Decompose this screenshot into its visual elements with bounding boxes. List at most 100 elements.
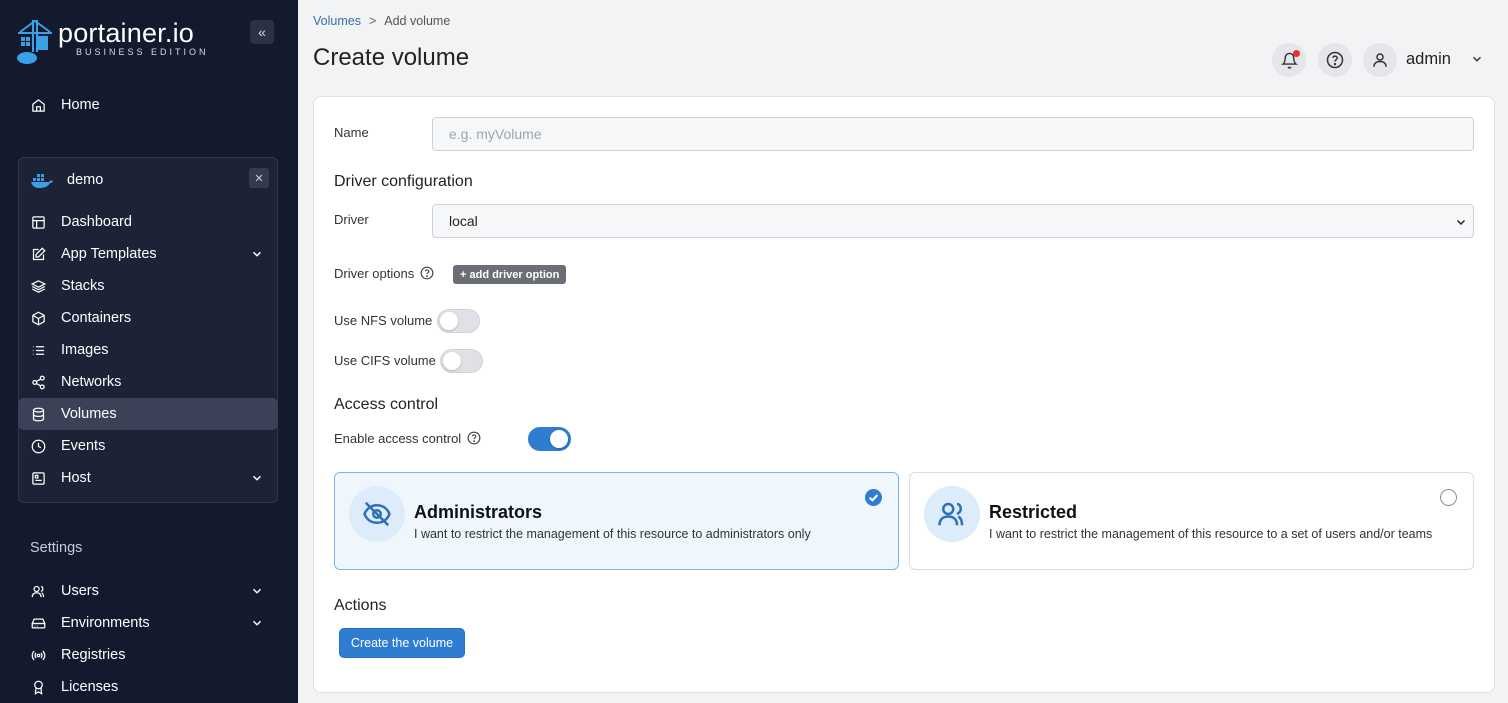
page-title: Create volume [313, 44, 470, 71]
sidebar-item-label: Images [61, 342, 109, 358]
help-button[interactable] [1318, 43, 1352, 77]
user-menu-name[interactable]: admin [1406, 50, 1451, 69]
chevron-down-icon [250, 247, 264, 261]
sidebar-item-label: Dashboard [61, 214, 132, 230]
sidebar-item-networks[interactable]: Networks [18, 366, 278, 398]
sidebar-item-app-templates[interactable]: App Templates [18, 238, 278, 270]
driver-select-value: local [449, 213, 478, 229]
environment-header: demo [31, 168, 103, 192]
toggle-knob [550, 430, 568, 448]
layers-icon [30, 278, 46, 294]
double-chevron-left-icon: « [258, 24, 266, 40]
access-option-title: Restricted [989, 502, 1078, 522]
nfs-label: Use NFS volume [334, 313, 433, 328]
users-icon [30, 583, 46, 599]
cifs-toggle[interactable] [440, 349, 483, 373]
radio-icon [30, 647, 46, 663]
sidebar-item-label: Events [61, 438, 106, 454]
sidebar-item-registries[interactable]: Registries [18, 639, 278, 671]
portainer-logo-icon [16, 18, 54, 66]
database-icon [30, 406, 46, 422]
sidebar-item-environments[interactable]: Environments [18, 607, 278, 639]
sidebar-item-label: Registries [61, 647, 126, 663]
brand-name: portainer.io [58, 18, 194, 48]
eye-off-icon [349, 486, 405, 542]
access-option-restricted[interactable]: Restricted I want to restrict the manage… [909, 472, 1474, 570]
nfs-toggle[interactable] [437, 309, 480, 333]
sidebar-item-dashboard[interactable]: Dashboard [18, 206, 278, 238]
sidebar: portainer.io BUSINESS EDITION « Home dem… [0, 0, 298, 703]
box-icon [30, 310, 46, 326]
add-driver-option-button[interactable]: + add driver option [453, 265, 567, 284]
user-avatar[interactable] [1363, 43, 1397, 77]
check-circle-icon[interactable] [865, 489, 882, 506]
chevron-down-icon [250, 471, 264, 485]
sidebar-item-label: Environments [61, 615, 150, 631]
access-option-title: Administrators [414, 502, 543, 522]
help-circle-icon[interactable] [420, 266, 434, 280]
access-control-heading: Access control [334, 396, 439, 413]
breadcrumb-separator: > [368, 14, 377, 28]
user-icon [1371, 51, 1389, 69]
access-option-description: I want to restrict the management of thi… [989, 527, 1433, 541]
enable-access-text: Enable access control [334, 431, 462, 446]
chevron-down-icon [1455, 215, 1467, 227]
sidebar-item-label: Volumes [61, 406, 117, 422]
users-icon [924, 486, 980, 542]
sidebar-item-host[interactable]: Host [18, 462, 278, 494]
sidebar-item-home[interactable]: Home [18, 89, 278, 121]
name-label: Name [334, 125, 369, 140]
chevron-down-icon [250, 616, 264, 630]
brand-edition: BUSINESS EDITION [76, 47, 209, 57]
help-circle-icon [1326, 51, 1344, 69]
clock-icon [30, 438, 46, 454]
driver-select[interactable]: local [432, 204, 1474, 238]
name-input[interactable]: e.g. myVolume [432, 117, 1474, 151]
toggle-knob [443, 352, 461, 370]
help-circle-icon[interactable] [467, 431, 481, 445]
hard-drive-icon [30, 615, 46, 631]
environment-name: demo [67, 172, 104, 188]
award-icon [30, 679, 46, 695]
driver-label: Driver [334, 212, 369, 227]
toggle-knob [440, 312, 458, 330]
breadcrumb: Volumes > Add volume [313, 14, 450, 28]
sidebar-item-images[interactable]: Images [18, 334, 278, 366]
driver-config-heading: Driver configuration [334, 173, 473, 190]
settings-section-label: Settings [30, 540, 83, 556]
sidebar-item-volumes[interactable]: Volumes [18, 398, 278, 430]
notification-dot [1292, 49, 1300, 57]
list-icon [30, 342, 46, 358]
sidebar-item-containers[interactable]: Containers [18, 302, 278, 334]
chevron-down-icon[interactable] [1470, 52, 1484, 66]
sidebar-item-events[interactable]: Events [18, 430, 278, 462]
sidebar-item-label: Host [61, 470, 91, 486]
access-option-description: I want to restrict the management of thi… [414, 527, 811, 541]
close-environment-button[interactable]: ✕ [249, 168, 269, 188]
sidebar-item-label: Licenses [61, 679, 119, 695]
driver-options-text: Driver options [334, 266, 415, 281]
sidebar-item-label: Users [61, 583, 99, 599]
sidebar-item-licenses[interactable]: Licenses [18, 671, 278, 703]
brand-logo[interactable]: portainer.io BUSINESS EDITION [16, 18, 209, 66]
edit-icon [30, 246, 46, 262]
breadcrumb-volumes-link[interactable]: Volumes [313, 14, 361, 28]
sidebar-item-users[interactable]: Users [18, 575, 278, 607]
sidebar-item-stacks[interactable]: Stacks [18, 270, 278, 302]
sidebar-item-label: Networks [61, 374, 122, 390]
create-volume-button[interactable]: Create the volume [339, 628, 465, 658]
driver-options-label: Driver options [334, 266, 434, 281]
access-option-administrators[interactable]: Administrators I want to restrict the ma… [334, 472, 899, 570]
create-volume-form [313, 96, 1495, 693]
docker-icon [31, 172, 53, 188]
radio-unselected[interactable] [1440, 489, 1457, 506]
collapse-sidebar-button[interactable]: « [250, 20, 274, 44]
chevron-down-icon [250, 584, 264, 598]
sidebar-item-label: App Templates [61, 246, 157, 262]
access-control-toggle[interactable] [528, 427, 571, 451]
enable-access-label: Enable access control [334, 431, 481, 446]
notifications-button[interactable] [1272, 43, 1306, 77]
host-icon [30, 470, 46, 486]
cifs-label: Use CIFS volume [334, 353, 436, 368]
actions-heading: Actions [334, 597, 387, 614]
